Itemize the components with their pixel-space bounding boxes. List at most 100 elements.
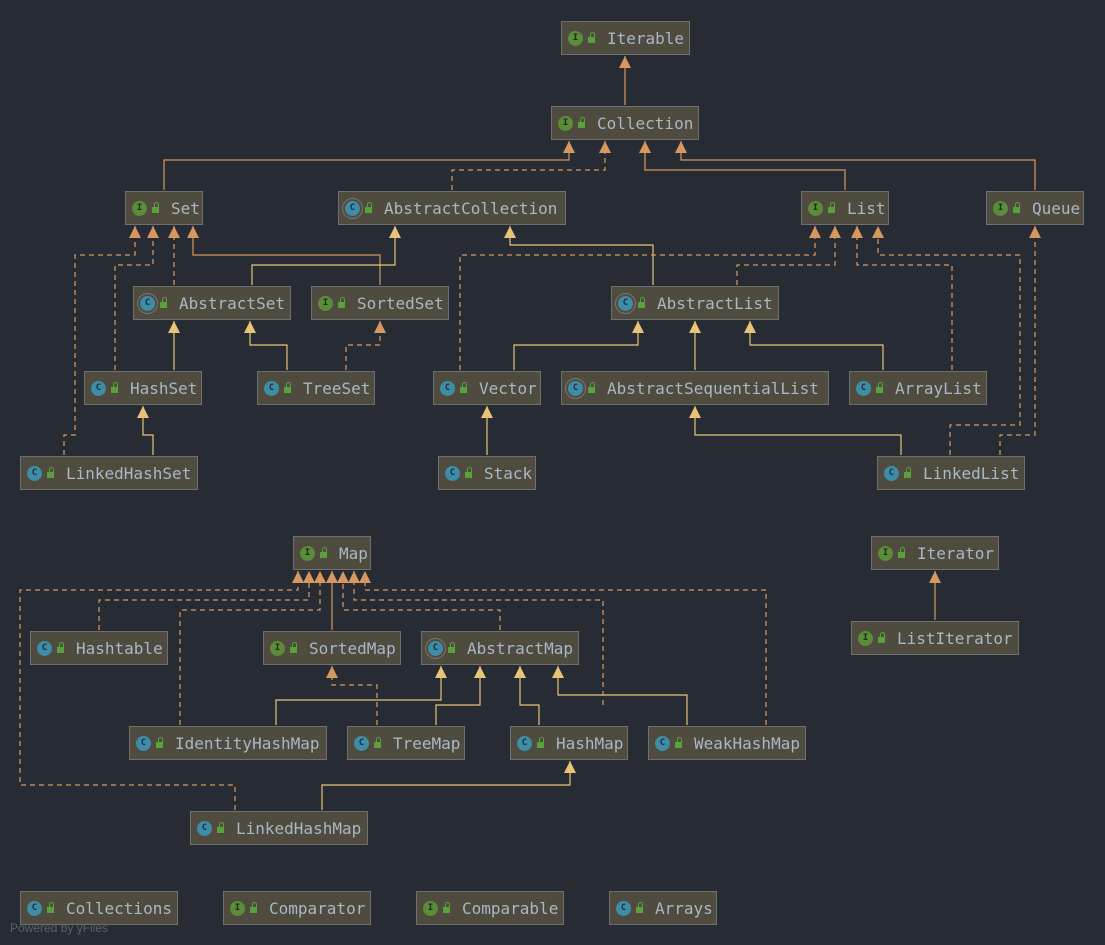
class-node-hash-map[interactable]: C HashMap — [510, 726, 628, 760]
class-node-queue[interactable]: I Queue — [986, 191, 1084, 225]
class-node-identity-hash-map[interactable]: C IdentityHashMap — [129, 726, 327, 760]
edge-set-collection — [163, 141, 575, 190]
public-lock-icon — [47, 902, 54, 913]
edge-queue-collection — [675, 141, 1036, 190]
class-node-abstract-list[interactable]: C AbstractList — [611, 286, 779, 320]
class-name: Comparator — [269, 898, 366, 918]
public-lock-icon — [290, 642, 297, 653]
class-name: AbstractList — [657, 293, 773, 313]
public-lock-icon — [250, 902, 257, 913]
class-node-abstract-collection[interactable]: C AbstractCollection — [338, 191, 566, 225]
class-node-stack[interactable]: C Stack — [438, 456, 536, 490]
interface-icon: I — [808, 200, 823, 216]
class-node-iterable[interactable]: I Iterable — [561, 21, 690, 55]
public-lock-icon — [156, 737, 163, 748]
edge-abstractcollection-collection — [451, 141, 611, 190]
public-lock-icon — [1013, 202, 1020, 213]
class-node-sorted-set[interactable]: I SortedSet — [311, 286, 449, 320]
class-name: LinkedHashSet — [66, 463, 192, 483]
abstract-class-icon: C — [428, 640, 443, 656]
class-name: Queue — [1032, 198, 1081, 218]
edge-sortedset-set — [187, 226, 381, 285]
public-lock-icon — [588, 32, 595, 43]
public-lock-icon — [878, 632, 885, 643]
class-name: List — [847, 198, 886, 218]
edge-list-collection — [639, 141, 846, 190]
class-name: ArrayList — [895, 378, 982, 398]
interface-icon: I — [993, 200, 1008, 216]
edge-linkedlist-queue — [999, 226, 1041, 455]
public-lock-icon — [47, 467, 54, 478]
class-node-iterator[interactable]: I Iterator — [871, 536, 999, 570]
interface-icon: I — [568, 30, 583, 46]
class-node-array-list[interactable]: C ArrayList — [849, 371, 987, 405]
public-lock-icon — [374, 737, 381, 748]
edge-linkedhashmap-map — [19, 571, 304, 810]
class-node-hashtable[interactable]: C Hashtable — [30, 631, 168, 665]
class-name: LinkedList — [923, 463, 1020, 483]
class-icon: C — [354, 735, 369, 751]
class-node-abstract-sequential-list[interactable]: C AbstractSequentialList — [561, 371, 829, 405]
edge-linkedhashset-set — [63, 226, 141, 455]
class-node-sorted-map[interactable]: I SortedMap — [263, 631, 401, 665]
public-lock-icon — [443, 902, 450, 913]
public-lock-icon — [898, 547, 905, 558]
edge-vector-abstractlist — [513, 321, 644, 370]
edge-hashmap-abstractmap — [514, 666, 540, 725]
class-node-linked-hash-set[interactable]: C LinkedHashSet — [20, 456, 198, 490]
public-lock-icon — [448, 642, 455, 653]
class-name: Vector — [479, 378, 537, 398]
class-name: Collections — [66, 898, 172, 918]
class-icon: C — [37, 640, 52, 656]
class-node-list[interactable]: I List — [801, 191, 889, 225]
edge-abstractmap-map — [337, 571, 501, 630]
interface-icon: I — [230, 900, 245, 916]
class-icon: C — [27, 900, 42, 916]
edge-linkedlist-abstractsequentiallist — [689, 406, 902, 455]
public-lock-icon — [588, 382, 595, 393]
class-icon: C — [91, 380, 106, 396]
class-name: Arrays — [655, 898, 713, 918]
public-lock-icon — [675, 737, 682, 748]
public-lock-icon — [876, 382, 883, 393]
class-name: Iterator — [917, 543, 995, 563]
abstract-class-icon: C — [618, 295, 633, 311]
class-node-abstract-map[interactable]: C AbstractMap — [421, 631, 579, 665]
class-node-comparator[interactable]: I Comparator — [223, 891, 371, 925]
interface-icon: I — [270, 640, 285, 656]
public-lock-icon — [160, 297, 167, 308]
class-node-tree-set[interactable]: C TreeSet — [257, 371, 375, 405]
class-node-collection[interactable]: I Collection — [551, 106, 699, 140]
class-icon: C — [197, 820, 212, 836]
public-lock-icon — [57, 642, 64, 653]
class-node-weak-hash-map[interactable]: C WeakHashMap — [648, 726, 806, 760]
class-node-map[interactable]: I Map — [293, 536, 371, 570]
class-node-set[interactable]: I Set — [125, 191, 203, 225]
class-name: Stack — [484, 463, 533, 483]
class-node-hash-set[interactable]: C HashSet — [84, 371, 202, 405]
class-node-tree-map[interactable]: C TreeMap — [347, 726, 465, 760]
class-node-collections[interactable]: C Collections — [20, 891, 178, 925]
class-node-list-iterator[interactable]: I ListIterator — [851, 621, 1019, 655]
class-name: Iterable — [607, 28, 685, 48]
class-name: AbstractSet — [179, 293, 285, 313]
class-icon: C — [445, 465, 460, 481]
public-lock-icon — [152, 202, 159, 213]
public-lock-icon — [636, 902, 643, 913]
class-icon: C — [517, 735, 532, 751]
class-node-arrays[interactable]: C Arrays — [609, 891, 717, 925]
class-icon: C — [136, 735, 151, 751]
interface-icon: I — [858, 630, 873, 646]
class-name: AbstractMap — [467, 638, 573, 658]
class-node-abstract-set[interactable]: C AbstractSet — [133, 286, 291, 320]
edge-hashtable-map — [98, 571, 315, 630]
public-lock-icon — [111, 382, 118, 393]
class-name: SortedMap — [309, 638, 396, 658]
class-node-linked-hash-map[interactable]: C LinkedHashMap — [190, 811, 368, 845]
class-node-linked-list[interactable]: C LinkedList — [877, 456, 1025, 490]
class-node-comparable[interactable]: I Comparable — [416, 891, 564, 925]
class-name: LinkedHashMap — [236, 818, 362, 838]
class-icon: C — [264, 380, 279, 396]
class-node-vector[interactable]: C Vector — [433, 371, 541, 405]
public-lock-icon — [638, 297, 645, 308]
